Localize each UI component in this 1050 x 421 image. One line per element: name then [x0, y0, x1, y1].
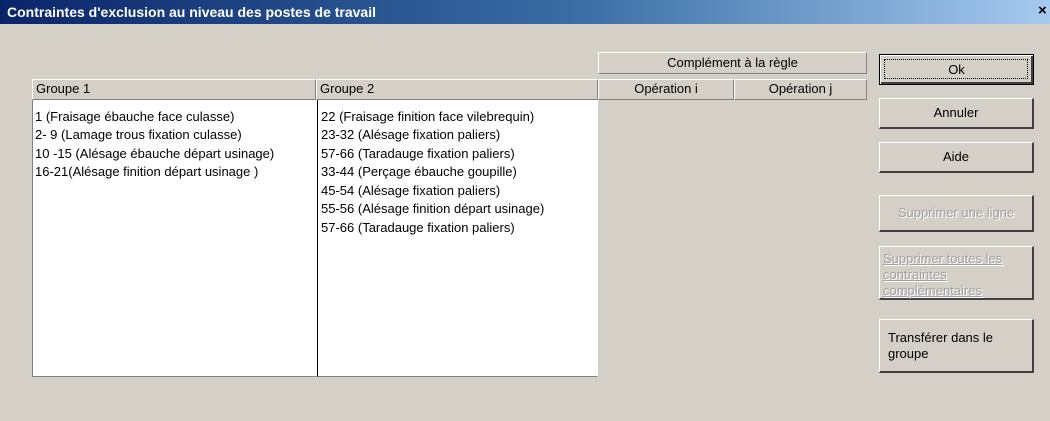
list-item[interactable]: 57-66 (Taradauge fixation paliers) [321, 145, 515, 163]
title-bar[interactable]: Contraintes d'exclusion au niveau des po… [0, 0, 1050, 24]
list-item[interactable]: 57-66 (Taradauge fixation paliers) [321, 219, 515, 237]
groupe2-list[interactable]: 22 (Fraisage finition face vilebrequin) … [317, 100, 598, 377]
list-item[interactable]: 45-54 (Alésage fixation paliers) [321, 182, 500, 200]
close-icon[interactable]: × [1038, 2, 1050, 20]
complement-header: Complément à la règle [598, 52, 867, 74]
window-title: Contraintes d'exclusion au niveau des po… [7, 4, 376, 20]
list-item[interactable]: 33-44 (Perçage ébauche goupille) [321, 163, 517, 181]
focus-rectangle [884, 59, 1028, 79]
ok-button[interactable]: Ok [879, 54, 1034, 85]
supprimer-ligne-button[interactable]: Supprimer une ligne [879, 195, 1034, 232]
list-item[interactable]: 2- 9 (Lamage trous fixation culasse) [35, 126, 242, 144]
column-header-operation-i[interactable]: Opération i [598, 79, 734, 100]
list-item[interactable]: 16-21(Alésage finition départ usinage ) [35, 163, 258, 181]
aide-button[interactable]: Aide [879, 142, 1034, 173]
list-item[interactable]: 55-56 (Alésage finition départ usinage) [321, 200, 544, 218]
supprimer-toutes-button[interactable]: Supprimer toutes les contraintes complém… [879, 246, 1034, 300]
column-header-groupe1[interactable]: Groupe 1 [32, 79, 316, 100]
column-header-operation-j[interactable]: Opération j [734, 79, 867, 100]
column-header-groupe2[interactable]: Groupe 2 [316, 79, 598, 100]
list-item[interactable]: 1 (Fraisage ébauche face culasse) [35, 108, 234, 126]
list-item[interactable]: 23-32 (Alésage fixation paliers) [321, 126, 500, 144]
groupe1-list[interactable]: 1 (Fraisage ébauche face culasse) 2- 9 (… [32, 100, 317, 377]
list-item[interactable]: 22 (Fraisage finition face vilebrequin) [321, 108, 534, 126]
annuler-button[interactable]: Annuler [879, 98, 1034, 129]
list-item[interactable]: 10 -15 (Alésage ébauche départ usinage) [35, 145, 274, 163]
transferer-button[interactable]: Transférer dans le groupe [879, 319, 1034, 373]
